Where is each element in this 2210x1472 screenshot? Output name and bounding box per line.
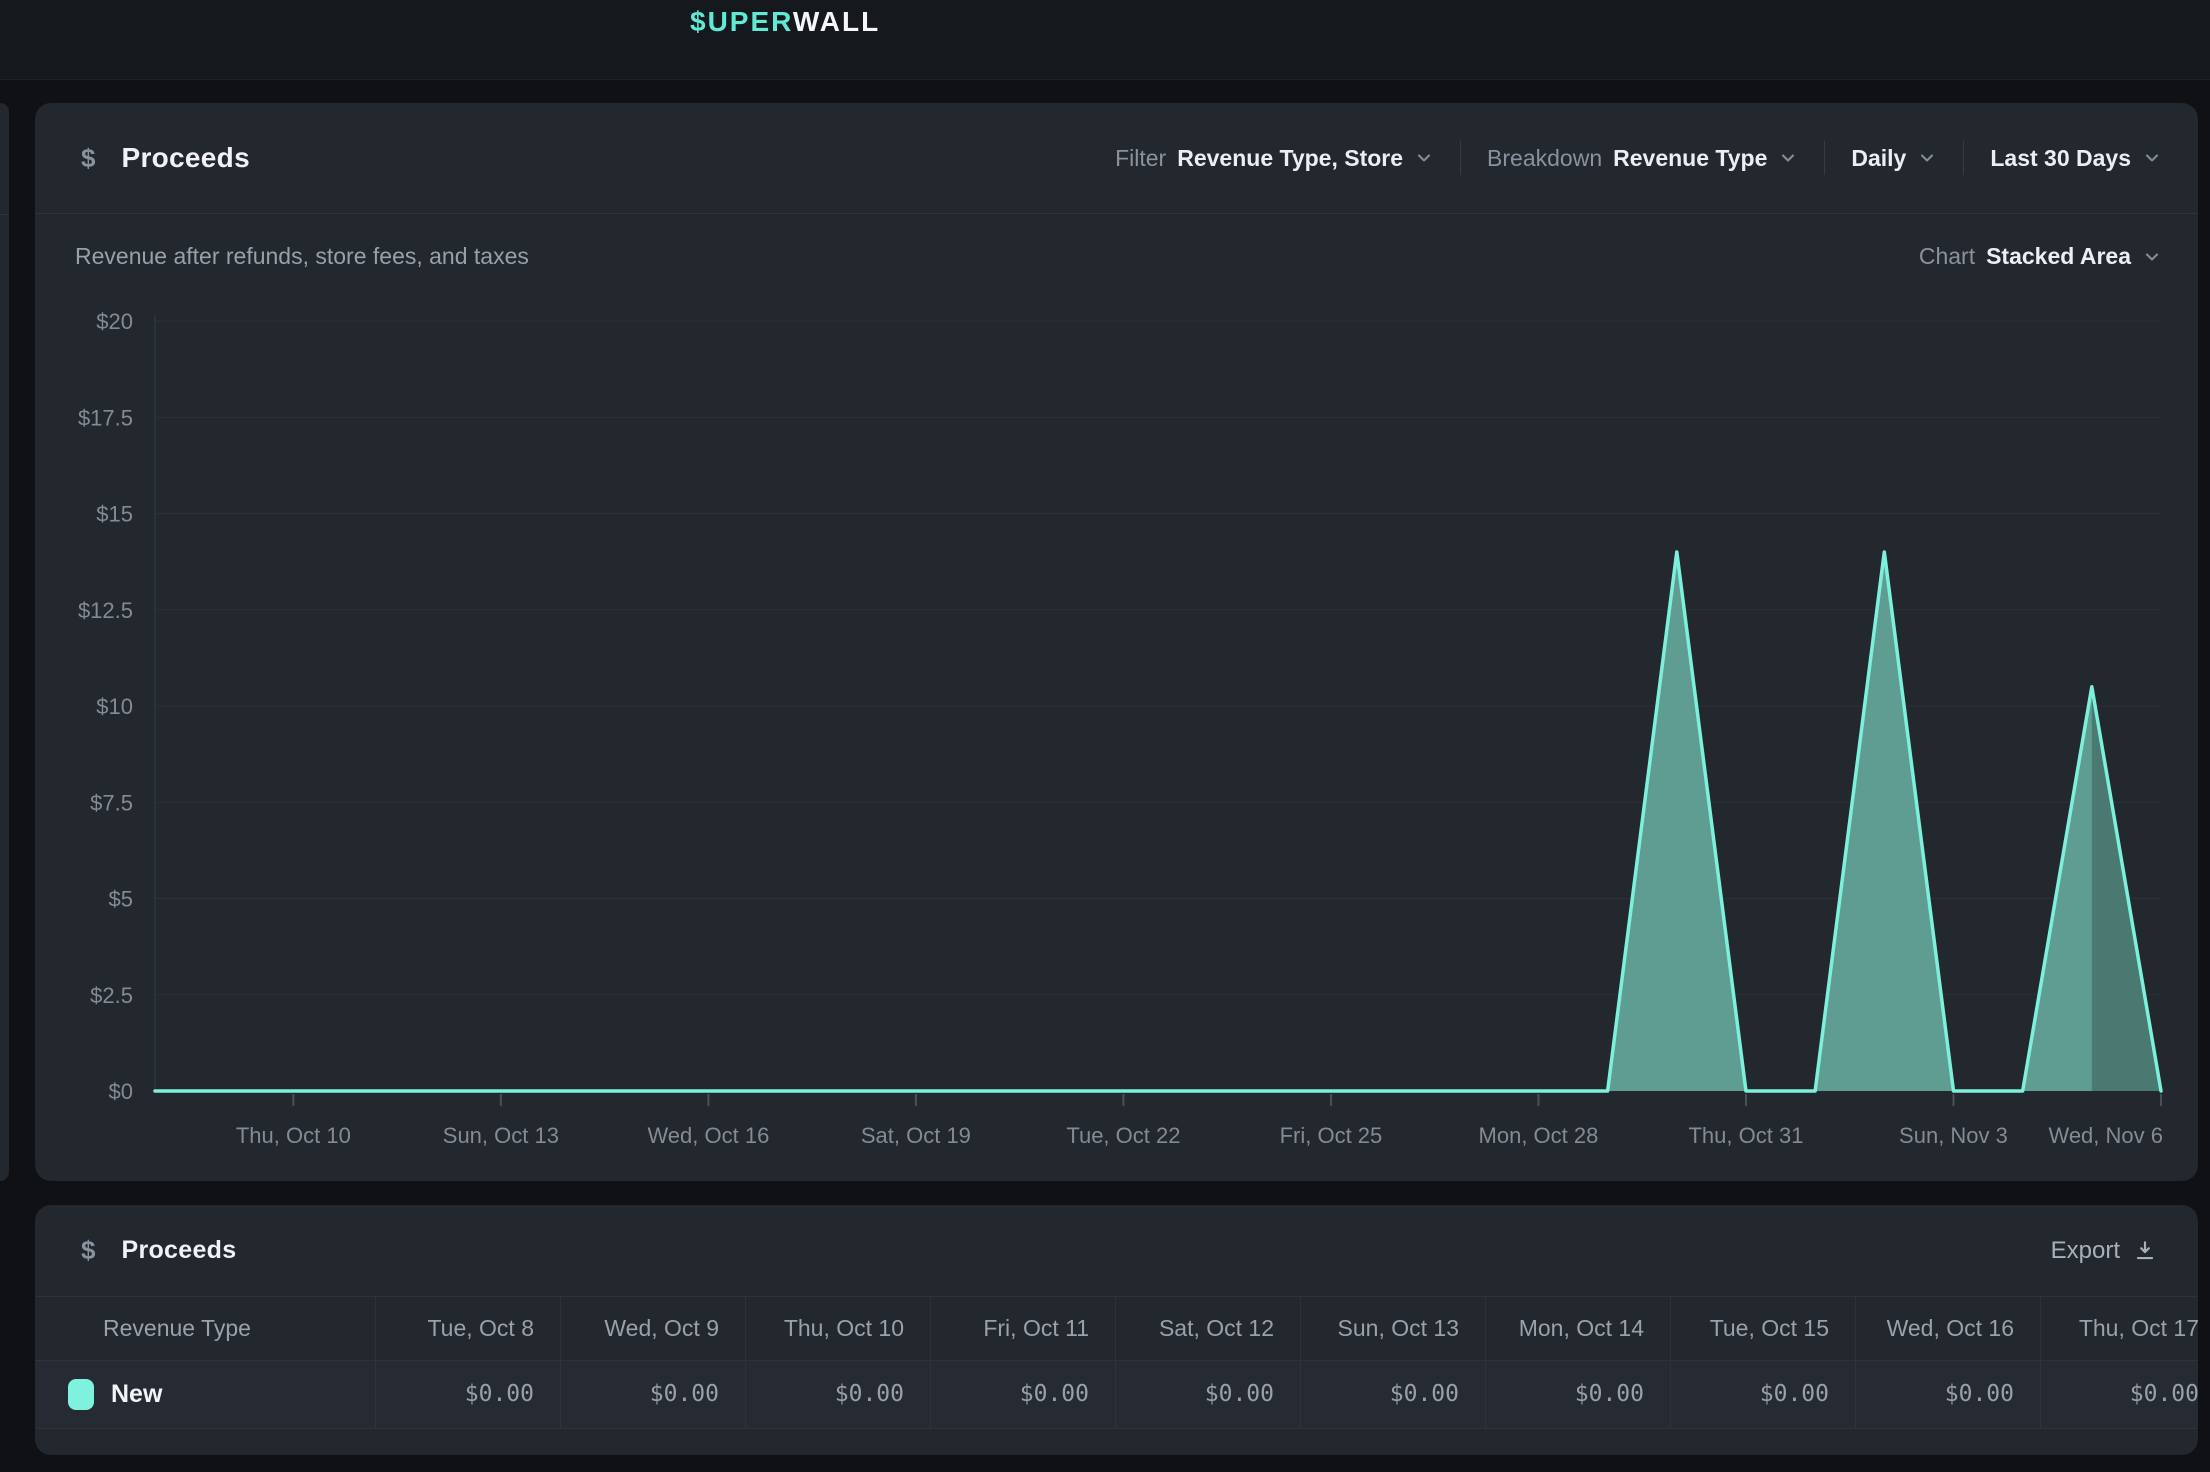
table-cell: $0.00 — [1300, 1361, 1485, 1428]
table-header-cell: Sat, Oct 12 — [1115, 1297, 1300, 1360]
adjacent-card-divider — [0, 214, 9, 215]
table-header-cell: Revenue Type — [35, 1297, 375, 1360]
x-axis-label: Sat, Oct 19 — [861, 1123, 971, 1148]
chart-card-header: $ Proceeds Filter Revenue Type, Store Br… — [35, 103, 2198, 214]
table-header-cell: Wed, Oct 16 — [1855, 1297, 2040, 1360]
export-label: Export — [2051, 1237, 2120, 1265]
table-card-title-group: $ Proceeds — [81, 1235, 236, 1266]
controls-divider — [1963, 141, 1964, 175]
x-axis-label: Wed, Nov 6 — [2048, 1123, 2163, 1148]
y-axis-label: $20 — [96, 309, 133, 334]
dollar-icon: $ — [81, 143, 95, 174]
table-header-cell: Thu, Oct 17 — [2040, 1297, 2198, 1360]
download-icon — [2132, 1238, 2158, 1264]
y-axis-label: $0 — [109, 1079, 133, 1104]
x-axis-label: Wed, Oct 16 — [647, 1123, 769, 1148]
y-axis-label: $7.5 — [90, 790, 133, 815]
dollar-icon: $ — [81, 1235, 95, 1266]
x-axis-label: Thu, Oct 31 — [1688, 1123, 1803, 1148]
chart-type-value: Stacked Area — [1986, 243, 2131, 270]
logo-suffix: WALL — [793, 6, 880, 37]
x-axis-label: Tue, Oct 22 — [1066, 1123, 1180, 1148]
table-header-cell: Mon, Oct 14 — [1485, 1297, 1670, 1360]
table-header-cell: Tue, Oct 15 — [1670, 1297, 1855, 1360]
proceeds-table: Revenue TypeTue, Oct 8Wed, Oct 9Thu, Oct… — [35, 1296, 2198, 1429]
chart-card-title: Proceeds — [121, 142, 249, 174]
table-header-cell: Tue, Oct 8 — [375, 1297, 560, 1360]
table-card-title: Proceeds — [121, 1236, 236, 1265]
filter-value: Revenue Type, Store — [1177, 145, 1403, 172]
chart-subheader: Revenue after refunds, store fees, and t… — [35, 214, 2198, 299]
app-logo[interactable]: $UPERWALL — [690, 2, 880, 42]
chevron-down-icon — [2142, 148, 2162, 168]
table-cell: $0.00 — [1855, 1361, 2040, 1428]
table-cell: $0.00 — [1485, 1361, 1670, 1428]
y-axis-label: $15 — [96, 502, 133, 527]
controls-divider — [1824, 141, 1825, 175]
interval-value: Daily — [1851, 145, 1906, 172]
date-range-value: Last 30 Days — [1990, 145, 2131, 172]
y-axis-label: $17.5 — [78, 405, 133, 430]
x-axis-label: Sun, Oct 13 — [443, 1123, 559, 1148]
export-button[interactable]: Export — [2051, 1237, 2158, 1265]
x-axis-label: Fri, Oct 25 — [1280, 1123, 1383, 1148]
chart-type-label: Chart — [1919, 243, 1975, 270]
chart-type-dropdown[interactable]: Chart Stacked Area — [1919, 243, 2162, 270]
proceeds-chart-card: $ Proceeds Filter Revenue Type, Store Br… — [35, 103, 2198, 1181]
table-cell: $0.00 — [375, 1361, 560, 1428]
table-cell: $0.00 — [560, 1361, 745, 1428]
date-range-dropdown[interactable]: Last 30 Days — [1990, 145, 2162, 172]
x-axis-label: Thu, Oct 10 — [236, 1123, 351, 1148]
table-cell: $0.00 — [2040, 1361, 2198, 1428]
legend-swatch — [68, 1379, 94, 1410]
breakdown-value: Revenue Type — [1613, 145, 1767, 172]
table-header-cell: Sun, Oct 13 — [1300, 1297, 1485, 1360]
area-fill — [155, 552, 2161, 1091]
table-cell: $0.00 — [1670, 1361, 1855, 1428]
proceeds-table-card: $ Proceeds Export Revenue TypeTue, Oct 8… — [35, 1205, 2198, 1455]
y-axis-label: $12.5 — [78, 598, 133, 623]
interval-dropdown[interactable]: Daily — [1851, 145, 1937, 172]
x-axis-label: Sun, Nov 3 — [1899, 1123, 2008, 1148]
stacked-area-chart: $20 $17.5 $15 $12.5 $10 $7.5 $5 $2.5 $0 Thu, Oct … — [35, 299, 2198, 1181]
table-row: New$0.00$0.00$0.00$0.00$0.00$0.00$0.00$0… — [35, 1361, 2198, 1429]
table-header-row: Revenue TypeTue, Oct 8Wed, Oct 9Thu, Oct… — [35, 1296, 2198, 1361]
table-cell: $0.00 — [930, 1361, 1115, 1428]
row-label-cell: New — [35, 1361, 375, 1428]
row-label: New — [111, 1361, 162, 1428]
filter-dropdown[interactable]: Filter Revenue Type, Store — [1115, 145, 1434, 172]
table-header-cell: Wed, Oct 9 — [560, 1297, 745, 1360]
chevron-down-icon — [2142, 247, 2162, 267]
table-header-cell: Fri, Oct 11 — [930, 1297, 1115, 1360]
filter-label: Filter — [1115, 145, 1166, 172]
adjacent-card-edge — [0, 103, 9, 1181]
breakdown-dropdown[interactable]: Breakdown Revenue Type — [1487, 145, 1798, 172]
table-card-header: $ Proceeds Export — [35, 1205, 2198, 1296]
breakdown-label: Breakdown — [1487, 145, 1602, 172]
controls-divider — [1460, 141, 1461, 175]
chevron-down-icon — [1414, 148, 1434, 168]
chevron-down-icon — [1917, 148, 1937, 168]
y-axis-label: $10 — [96, 694, 133, 719]
chevron-down-icon — [1778, 148, 1798, 168]
top-nav-bar: $UPERWALL — [0, 0, 2210, 80]
y-axis-label: $5 — [109, 887, 133, 912]
table-cell: $0.00 — [1115, 1361, 1300, 1428]
x-axis-label: Mon, Oct 28 — [1479, 1123, 1599, 1148]
table-cell: $0.00 — [745, 1361, 930, 1428]
chart-plot-area[interactable]: $20 $17.5 $15 $12.5 $10 $7.5 $5 $2.5 $0 Thu, Oct … — [35, 299, 2198, 1181]
y-axis-label: $2.5 — [90, 983, 133, 1008]
table-header-cell: Thu, Oct 10 — [745, 1297, 930, 1360]
chart-subtitle: Revenue after refunds, store fees, and t… — [75, 243, 529, 270]
chart-controls: Filter Revenue Type, Store Breakdown Rev… — [1115, 141, 2162, 175]
logo-prefix: $UPER — [690, 6, 793, 37]
chart-card-title-group: $ Proceeds — [81, 142, 250, 174]
